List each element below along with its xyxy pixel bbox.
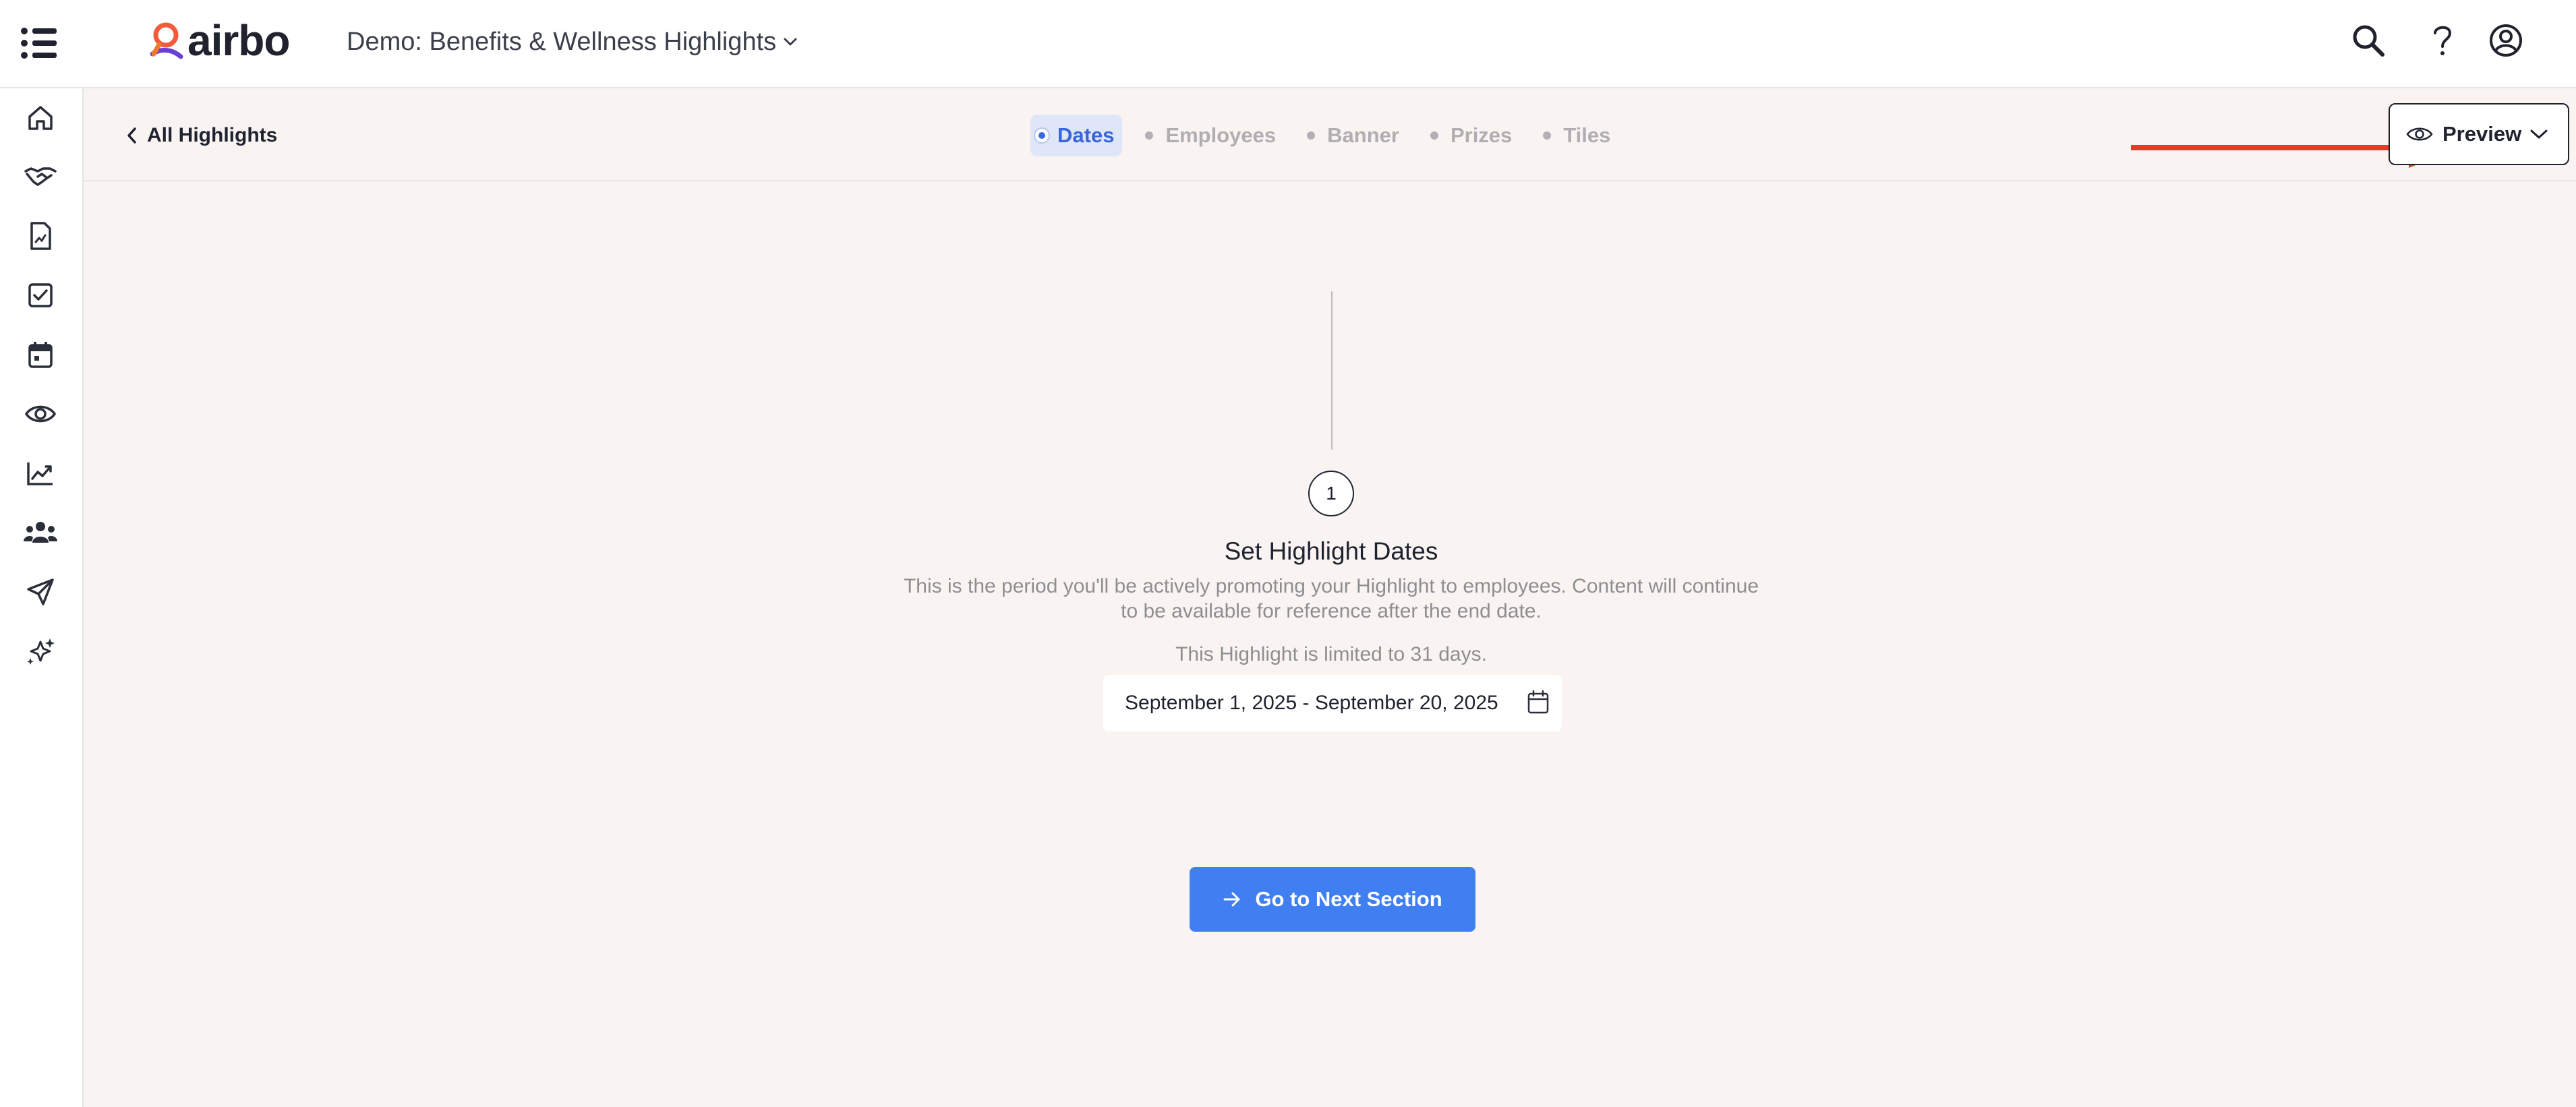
section-stepper: Dates Employees Banner Prizes Tiles bbox=[1030, 115, 1633, 156]
step-dot bbox=[1038, 132, 1045, 139]
airbo-logo-mark bbox=[150, 22, 183, 59]
date-range-value: September 1, 2025 - September 20, 2025 bbox=[1125, 692, 1498, 714]
home-icon[interactable] bbox=[20, 98, 61, 138]
back-label: All Highlights bbox=[147, 124, 278, 146]
sparkles-icon[interactable] bbox=[20, 631, 61, 671]
trend-chart-icon[interactable] bbox=[20, 453, 61, 493]
people-icon[interactable] bbox=[20, 512, 61, 553]
next-section-label: Go to Next Section bbox=[1255, 887, 1442, 911]
step-label: Dates bbox=[1057, 123, 1115, 147]
step-number-badge: 1 bbox=[1308, 471, 1354, 516]
workspace-title: Demo: Benefits & Wellness Highlights bbox=[347, 27, 777, 56]
main-area: All Highlights Dates Employees Banner Pr… bbox=[84, 88, 2576, 1107]
calendar-icon bbox=[1527, 690, 1549, 714]
step-dot bbox=[1430, 131, 1438, 140]
preview-button[interactable]: Preview bbox=[2389, 103, 2569, 165]
preview-label: Preview bbox=[2442, 122, 2522, 146]
step-connector-line bbox=[1331, 291, 1333, 450]
sidebar bbox=[0, 88, 84, 1107]
chevron-down-icon bbox=[784, 38, 797, 46]
step-label: Tiles bbox=[1563, 123, 1611, 147]
highlight-editor-nav: All Highlights Dates Employees Banner Pr… bbox=[84, 88, 2576, 181]
eye-icon[interactable] bbox=[20, 394, 61, 434]
section-description: This is the period you'll be actively pr… bbox=[859, 574, 1803, 624]
step-banner[interactable]: Banner bbox=[1299, 115, 1407, 156]
next-section-button[interactable]: Go to Next Section bbox=[1190, 867, 1475, 932]
arrow-right-icon bbox=[1223, 892, 1240, 907]
handshake-icon[interactable] bbox=[20, 156, 61, 197]
help-icon[interactable] bbox=[2422, 20, 2463, 61]
send-icon[interactable] bbox=[20, 572, 61, 612]
chevron-down-icon bbox=[2530, 129, 2548, 139]
step-dot bbox=[1145, 131, 1154, 140]
workspace-selector[interactable]: Demo: Benefits & Wellness Highlights bbox=[347, 23, 798, 61]
date-limit-note: This Highlight is limited to 31 days. bbox=[1175, 643, 1487, 665]
step-dot bbox=[1307, 131, 1316, 140]
step-label: Prizes bbox=[1450, 123, 1513, 147]
step-label: Banner bbox=[1327, 123, 1399, 147]
date-range-picker[interactable]: September 1, 2025 - September 20, 2025 bbox=[1103, 675, 1562, 731]
all-highlights-link[interactable]: All Highlights bbox=[125, 119, 277, 152]
checkbox-icon[interactable] bbox=[20, 275, 61, 316]
search-icon[interactable] bbox=[2348, 20, 2389, 61]
eye-icon bbox=[2406, 127, 2433, 141]
chevron-left-icon bbox=[127, 127, 136, 144]
step-prizes[interactable]: Prizes bbox=[1422, 115, 1520, 156]
step-label: Employees bbox=[1165, 123, 1277, 147]
top-bar: airbo Demo: Benefits & Wellness Highligh… bbox=[0, 0, 2576, 88]
document-icon[interactable] bbox=[20, 216, 61, 256]
account-icon[interactable] bbox=[2486, 20, 2526, 61]
step-employees[interactable]: Employees bbox=[1137, 115, 1284, 156]
description-line-1: This is the period you'll be actively pr… bbox=[903, 575, 1759, 597]
menu-icon[interactable] bbox=[19, 24, 61, 62]
step-tiles[interactable]: Tiles bbox=[1535, 115, 1618, 156]
calendar-icon[interactable] bbox=[20, 334, 61, 375]
dates-section: 1 Set Highlight Dates This is the period… bbox=[84, 181, 2576, 1107]
brand-name: airbo bbox=[187, 16, 290, 65]
step-dot bbox=[1543, 131, 1552, 140]
section-title: Set Highlight Dates bbox=[1224, 537, 1438, 565]
airbo-logo[interactable]: airbo bbox=[147, 16, 290, 65]
description-line-2: to be available for reference after the … bbox=[1121, 600, 1542, 622]
step-dates[interactable]: Dates bbox=[1030, 115, 1123, 156]
